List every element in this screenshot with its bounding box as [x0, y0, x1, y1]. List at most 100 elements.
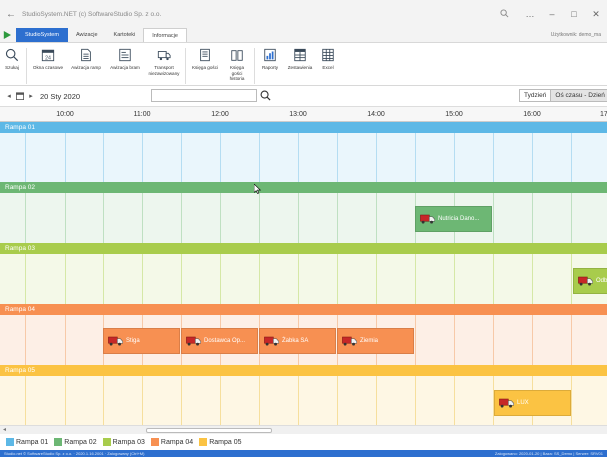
view-switch: Tydzień Oś czasu - Dzień [519, 89, 607, 102]
truck-icon [186, 336, 201, 346]
time-label: 10:00 [56, 111, 74, 118]
grid-line [376, 254, 377, 304]
reports-button[interactable]: Raporty [257, 48, 283, 71]
window-title: StudioSystem.NET (c) SoftwareStudio Sp. … [22, 10, 162, 18]
scrollbar-thumb[interactable] [146, 428, 272, 433]
maximize-button[interactable]: □ [563, 9, 585, 19]
grid-line [25, 376, 26, 425]
grid-line [532, 254, 533, 304]
ramp-header: Rampa 05 [0, 365, 607, 376]
grid-line [181, 376, 182, 425]
grid-line [65, 193, 66, 243]
report-chart-icon [264, 48, 276, 62]
excel-icon [322, 48, 334, 62]
unadvised-transport-button[interactable]: Transport niezawizowany [145, 48, 183, 76]
timeline-header: 10:00 11:00 12:00 13:00 14:00 15:00 16:00 17 [0, 106, 607, 122]
scroll-left-icon[interactable]: ◂ [3, 426, 6, 433]
booking-block[interactable]: Ziemia [337, 328, 414, 354]
guest-book-history-button[interactable]: Księga gości historia [222, 48, 252, 82]
view-day-axis-button[interactable]: Oś czasu - Dzień [550, 90, 607, 101]
grid-line [220, 376, 221, 425]
gate-document-icon [119, 48, 131, 62]
legend-item: Rampa 01 [6, 438, 48, 446]
grid-line [181, 193, 182, 243]
legend-label: Rampa 01 [16, 438, 49, 446]
unadvised-transport-label: Transport niezawizowany [148, 65, 180, 76]
grid-line [298, 376, 299, 425]
next-day-icon[interactable]: ▸ [26, 92, 36, 100]
calendar-picker-icon[interactable] [14, 92, 26, 100]
grid-line [571, 133, 572, 182]
tab-kartoteki[interactable]: Kartoteki [106, 28, 144, 42]
status-bar: Studio.net © SoftwareStudio Sp. z o.o. ·… [0, 450, 607, 457]
close-button[interactable]: ✕ [585, 9, 607, 20]
booking-label: Nutricia Dano... [438, 216, 480, 222]
summaries-button[interactable]: Zestawienia [283, 48, 317, 71]
tab-informacje[interactable]: Informacje [143, 28, 187, 42]
grid-line [415, 133, 416, 182]
booking-label: Odb [596, 278, 607, 284]
excel-button[interactable]: Excel [317, 48, 339, 71]
ramp-advice-button[interactable]: Awizacja ramp [67, 48, 105, 71]
booking-block[interactable]: Nutricia Dano... [415, 206, 492, 232]
book-icon [200, 48, 210, 62]
legend-label: Rampa 04 [160, 438, 194, 446]
status-right: Zalogowano: 2020-01-20 | Baza: SS_Demo |… [494, 451, 603, 456]
truck-icon [108, 336, 123, 346]
grid-line [454, 133, 455, 182]
truck-icon [499, 398, 514, 408]
grid-line [103, 254, 104, 304]
grid-line [259, 133, 260, 182]
previous-day-icon[interactable]: ◂ [4, 92, 14, 100]
booking-block[interactable]: Dostawca Op... [181, 328, 258, 354]
grid-line [25, 193, 26, 243]
ramp-lane[interactable] [0, 193, 607, 243]
time-label: 14:00 [367, 111, 385, 118]
booking-block[interactable]: Stiga [103, 328, 180, 354]
search-go-icon[interactable] [258, 88, 272, 103]
booking-label: LUX [517, 400, 529, 406]
horizontal-scrollbar[interactable]: ◂ [0, 425, 607, 434]
ramp-lane[interactable] [0, 133, 607, 182]
tab-awizacje[interactable]: Awizacje [68, 28, 106, 42]
grid-line [65, 254, 66, 304]
legend-item: Rampa 05 [199, 438, 241, 446]
booking-block[interactable]: LUX [494, 390, 571, 416]
grid-line [142, 133, 143, 182]
guest-book-button[interactable]: Księga gości [188, 48, 222, 71]
tab-studiosystem[interactable]: StudioSystem [16, 28, 68, 42]
ribbon-toolbar: Szukaj 24 Okna czasowe Awizacja ramp Awi… [0, 42, 607, 86]
minimize-button[interactable]: – [541, 9, 563, 19]
calendar-icon: 24 [41, 49, 55, 61]
window-search-icon[interactable] [489, 8, 519, 20]
more-options-icon[interactable]: … [519, 9, 541, 19]
grid-line [220, 133, 221, 182]
booking-block[interactable]: Żabka SA [259, 328, 336, 354]
grid-line [103, 376, 104, 425]
ramp-header: Rampa 01 [0, 122, 607, 133]
booking-block[interactable]: Odb [573, 268, 607, 294]
grid-line [415, 376, 416, 425]
gate-advice-label: Awizacja bram [110, 65, 140, 70]
gate-advice-button[interactable]: Awizacja bram [105, 48, 145, 71]
reports-label: Raporty [261, 65, 279, 70]
grid-line [376, 193, 377, 243]
time-windows-button[interactable]: 24 Okna czasowe [29, 48, 67, 71]
current-date[interactable]: 20 Sty 2020 [40, 92, 80, 101]
search-input[interactable] [151, 89, 257, 102]
grid-line [337, 193, 338, 243]
ramp-header: Rampa 04 [0, 304, 607, 315]
back-arrow-icon[interactable]: ← [0, 9, 22, 20]
grid-line [181, 254, 182, 304]
ramp-lane[interactable] [0, 254, 607, 304]
view-week-button[interactable]: Tydzień [520, 90, 550, 101]
grid-line [298, 193, 299, 243]
legend-label: Rampa 05 [209, 438, 242, 446]
play-icon[interactable] [0, 28, 14, 42]
grid-line [142, 193, 143, 243]
grid-line [454, 376, 455, 425]
search-button[interactable]: Szukaj [0, 48, 24, 71]
truck-icon [578, 276, 593, 286]
booking-label: Żabka SA [282, 338, 309, 344]
grid-line [493, 254, 494, 304]
